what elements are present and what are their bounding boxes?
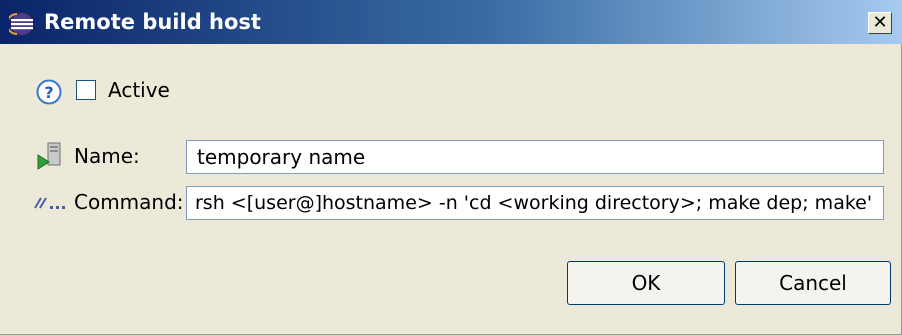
active-label: Active xyxy=(108,78,170,102)
remote-build-host-dialog: Remote build host ✕ ? Active Name: tempo… xyxy=(0,0,902,335)
title-bar[interactable]: Remote build host ✕ xyxy=(0,0,902,44)
command-field[interactable]: rsh <[user@]hostname> -n 'cd <working di… xyxy=(186,186,884,220)
close-button[interactable]: ✕ xyxy=(868,12,892,34)
close-icon: ✕ xyxy=(872,12,888,33)
command-icon xyxy=(34,197,65,209)
ok-button-label: OK xyxy=(631,271,661,295)
help-icon[interactable]: ? xyxy=(36,79,62,105)
active-checkbox[interactable] xyxy=(76,80,96,100)
command-label: Command: xyxy=(74,190,184,214)
name-label: Name: xyxy=(74,144,140,168)
eclipse-icon xyxy=(9,12,34,36)
computer-run-icon xyxy=(37,142,61,170)
name-field[interactable]: temporary name xyxy=(186,140,884,174)
ok-button[interactable]: OK xyxy=(567,261,725,305)
dialog-title: Remote build host xyxy=(44,10,261,34)
cancel-button[interactable]: Cancel xyxy=(735,261,891,305)
svg-text:?: ? xyxy=(44,83,53,102)
cancel-button-label: Cancel xyxy=(779,271,847,295)
